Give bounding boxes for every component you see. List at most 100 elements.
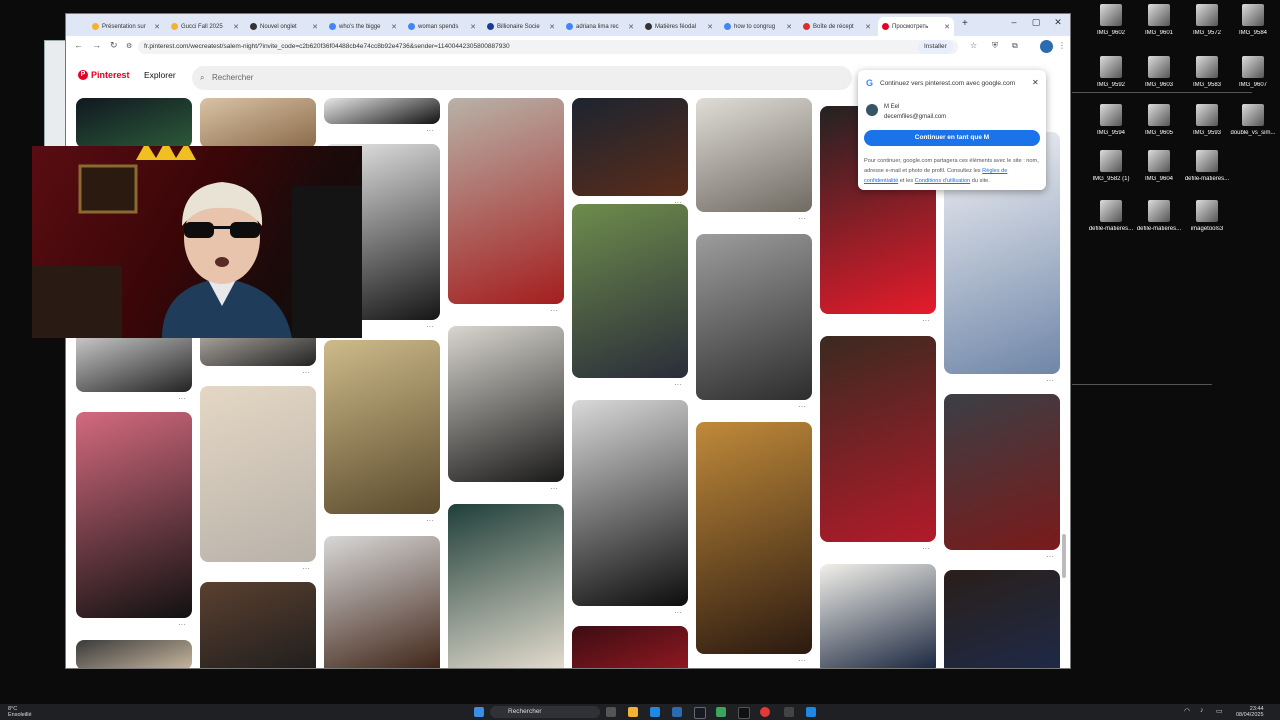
desktop-file-icon[interactable]: defile-matieres... <box>1086 200 1136 256</box>
desktop-file-icon[interactable]: double_vs_sim... <box>1228 104 1278 160</box>
menu-dots-icon[interactable]: ⋮ <box>1058 41 1066 50</box>
pin-image[interactable] <box>572 98 688 196</box>
close-window-button[interactable]: ✕ <box>1048 17 1068 28</box>
pin-image[interactable] <box>696 98 812 212</box>
close-tab-icon[interactable]: ✕ <box>865 23 871 31</box>
install-app-button[interactable]: Installer <box>918 40 953 54</box>
steam-icon[interactable] <box>694 707 706 719</box>
pin-more-icon[interactable]: ··· <box>550 306 558 315</box>
pin-more-icon[interactable]: ··· <box>798 402 806 411</box>
pin-more-icon[interactable]: ··· <box>922 316 930 325</box>
pin-more-icon[interactable]: ··· <box>674 608 682 617</box>
tab-4[interactable]: woman spends ✕ <box>404 17 480 36</box>
desktop-file-icon[interactable]: IMG_9584 <box>1228 4 1278 60</box>
pin-image[interactable] <box>572 204 688 378</box>
search-input[interactable]: Rechercher <box>192 66 852 90</box>
maximize-button[interactable]: ▢ <box>1026 17 1046 28</box>
close-tab-icon[interactable]: ✕ <box>391 23 397 31</box>
capcut-icon[interactable] <box>738 707 750 719</box>
pin-more-icon[interactable]: ··· <box>798 656 806 665</box>
profile-avatar[interactable] <box>1040 40 1053 53</box>
close-tab-icon[interactable]: ✕ <box>154 23 160 31</box>
tab-10[interactable]: Просмотреть ✕ <box>878 17 954 36</box>
pin-more-icon[interactable]: ··· <box>1046 376 1054 385</box>
reload-icon[interactable]: ↻ <box>110 40 118 51</box>
new-tab-button[interactable]: + <box>962 18 968 29</box>
tab-6[interactable]: adriana lima rec ✕ <box>562 17 638 36</box>
pin-image[interactable] <box>448 504 564 668</box>
pin-more-icon[interactable]: ··· <box>426 516 434 525</box>
pin-image[interactable] <box>324 536 440 668</box>
close-tab-icon[interactable]: ✕ <box>470 23 476 31</box>
pin-image[interactable] <box>200 386 316 562</box>
store-icon[interactable] <box>672 707 682 717</box>
edge-icon[interactable] <box>650 707 660 717</box>
pin-image[interactable] <box>944 394 1060 550</box>
pin-image[interactable] <box>696 422 812 654</box>
minimize-button[interactable]: – <box>1004 17 1024 27</box>
desktop-file-icon[interactable]: IMG_9604 <box>1134 150 1184 206</box>
desktop-file-icon[interactable]: IMG_9601 <box>1134 4 1184 60</box>
url-field[interactable]: fr.pinterest.com/wecreatest/salem-night/… <box>138 40 958 54</box>
file-explorer-icon[interactable] <box>628 707 638 717</box>
site-info-icon[interactable]: ⚙ <box>126 42 132 50</box>
pin-image[interactable] <box>76 412 192 618</box>
wifi-icon[interactable]: ◠ <box>1184 707 1190 715</box>
pin-image[interactable] <box>200 582 316 668</box>
volume-icon[interactable]: ♪ <box>1200 707 1204 714</box>
pin-more-icon[interactable]: ··· <box>302 368 310 377</box>
desktop-file-icon[interactable]: IMG_9602 <box>1086 4 1136 60</box>
pin-more-icon[interactable]: ··· <box>178 394 186 403</box>
close-tab-icon[interactable]: ✕ <box>628 23 634 31</box>
pin-more-icon[interactable]: ··· <box>1046 552 1054 561</box>
pin-image[interactable] <box>448 98 564 304</box>
weather-widget[interactable]: 8°C Ensoleillé <box>8 706 32 718</box>
scrollbar-thumb[interactable] <box>1062 534 1066 578</box>
pin-image[interactable] <box>324 340 440 514</box>
pin-more-icon[interactable]: ··· <box>426 126 434 135</box>
pin-image[interactable] <box>200 98 316 148</box>
tab-7[interactable]: Matières féodal ✕ <box>641 17 717 36</box>
tab-9[interactable]: Boîte de récept ✕ <box>799 17 875 36</box>
pin-image[interactable] <box>696 234 812 400</box>
tab-0[interactable]: Présentation sur ✕ <box>88 17 164 36</box>
pin-image[interactable] <box>820 336 936 542</box>
pin-image[interactable] <box>572 626 688 668</box>
app-icon[interactable] <box>716 707 726 717</box>
desktop-file-icon[interactable]: IMG_9572 <box>1182 4 1232 60</box>
forward-arrow-icon[interactable]: → <box>92 40 101 50</box>
desktop-file-icon[interactable]: IMG_9582 (1) <box>1086 150 1136 206</box>
pin-more-icon[interactable]: ··· <box>550 484 558 493</box>
close-tab-icon[interactable]: ✕ <box>549 23 555 31</box>
pin-more-icon[interactable]: ··· <box>426 322 434 331</box>
tab-2[interactable]: Nouvel onglet ✕ <box>246 17 322 36</box>
pin-image[interactable] <box>820 564 936 668</box>
tab-8[interactable]: how to congrug ✕ <box>720 17 796 36</box>
extensions-icon[interactable]: ⧉ <box>1012 41 1018 51</box>
close-tab-icon[interactable]: ✕ <box>944 23 950 31</box>
clock[interactable]: 23:44 08/04/2025 <box>1236 706 1264 718</box>
back-arrow-icon[interactable]: ← <box>74 40 83 50</box>
desktop-file-icon[interactable]: defile-matieres... <box>1134 200 1184 256</box>
pin-image[interactable] <box>448 326 564 482</box>
terms-link[interactable]: Conditions d'utilisation <box>915 178 970 184</box>
tab-5[interactable]: Billionaire Socie ✕ <box>483 17 559 36</box>
app-icon[interactable] <box>806 707 816 717</box>
taskbar-search[interactable]: Rechercher <box>490 706 600 718</box>
continue-as-button[interactable]: Continuer en tant que M <box>864 130 1040 146</box>
chrome-icon[interactable] <box>760 707 770 717</box>
desktop-file-icon[interactable]: imagetools3 <box>1182 200 1232 256</box>
pin-image[interactable] <box>76 98 192 148</box>
pin-more-icon[interactable]: ··· <box>178 620 186 629</box>
pin-more-icon[interactable]: ··· <box>302 564 310 573</box>
bookmark-star-icon[interactable]: ☆ <box>970 41 977 50</box>
pin-image[interactable] <box>944 570 1060 668</box>
tab-3[interactable]: who's the bigge ✕ <box>325 17 401 36</box>
pin-more-icon[interactable]: ··· <box>798 214 806 223</box>
pin-more-icon[interactable]: ··· <box>674 380 682 389</box>
explore-link[interactable]: Explorer <box>144 70 176 80</box>
close-tab-icon[interactable]: ✕ <box>233 23 239 31</box>
close-tab-icon[interactable]: ✕ <box>707 23 713 31</box>
close-tab-icon[interactable]: ✕ <box>312 23 318 31</box>
battery-icon[interactable]: ▭ <box>1216 707 1223 715</box>
